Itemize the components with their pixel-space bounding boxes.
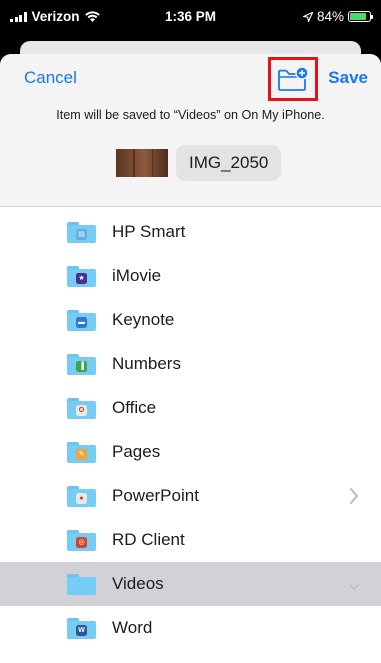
folder-row-imovie[interactable]: ★ iMovie: [0, 254, 381, 298]
save-destination-message: Item will be saved to “Videos” on On My …: [56, 108, 325, 122]
folder-row-hp-smart[interactable]: ▤ HP Smart: [0, 210, 381, 254]
folder-label: Keynote: [112, 310, 175, 329]
app-badge-icon: ◎: [76, 537, 87, 548]
folder-icon: [67, 574, 96, 595]
app-badge-icon: ✎: [76, 449, 87, 460]
battery-percent: 84%: [316, 9, 344, 24]
folder-label: PowerPoint: [112, 486, 199, 505]
folder-icon: ▬: [67, 310, 96, 331]
folder-list: ▤ HP Smart ★ iMovie ▬ Keynote ▐ Numbers O Office ✎…: [0, 191, 381, 650]
status-right: 84%: [302, 9, 373, 24]
status-bar: Verizon 1:36 PM 84%: [0, 0, 381, 34]
folder-label: HP Smart: [112, 222, 186, 241]
app-badge-icon: ▬: [76, 317, 87, 328]
folder-icon: ●: [67, 486, 96, 507]
folder-label: Numbers: [112, 354, 181, 373]
folder-row-numbers[interactable]: ▐ Numbers: [0, 342, 381, 386]
folder-row-powerpoint[interactable]: ● PowerPoint: [0, 474, 381, 518]
sheet-header: Cancel Save Item will be saved to “Video…: [0, 54, 381, 207]
chevron-down-icon[interactable]: [349, 579, 359, 595]
folder-label: Word: [112, 618, 153, 637]
chevron-right-icon[interactable]: [349, 488, 359, 504]
app-badge-icon: ★: [76, 273, 87, 284]
folder-row-keynote[interactable]: ▬ Keynote: [0, 298, 381, 342]
folder-row-videos[interactable]: Videos: [0, 562, 381, 606]
folder-icon: ▤: [67, 222, 96, 243]
folder-plus-icon: [278, 66, 309, 91]
app-badge-icon: ▐: [76, 361, 87, 372]
folder-row-word[interactable]: W Word: [0, 606, 381, 650]
app-badge-icon: ▤: [76, 229, 87, 240]
folder-icon: W: [67, 618, 96, 639]
battery-level: [350, 13, 366, 20]
file-thumbnail: [116, 149, 168, 177]
file-chip: IMG_2050: [116, 145, 282, 181]
app-badge-icon: W: [76, 625, 87, 636]
save-sheet: Cancel Save Item will be saved to “Video…: [0, 54, 381, 663]
folder-row-rd-client[interactable]: ◎ RD Client: [0, 518, 381, 562]
folder-label: iMovie: [112, 266, 162, 285]
folder-label: Videos: [112, 574, 164, 593]
file-name-field[interactable]: IMG_2050: [176, 145, 282, 181]
cancel-button[interactable]: Cancel: [24, 68, 77, 88]
app-badge-icon: O: [76, 405, 87, 416]
folder-icon: O: [67, 398, 96, 419]
location-arrow-icon: [302, 11, 313, 22]
app-badge-icon: ●: [76, 493, 87, 504]
folder-label: Office: [112, 398, 157, 417]
battery-icon: [348, 11, 373, 22]
folder-icon: ★: [67, 266, 96, 287]
folder-label: Pages: [112, 442, 161, 461]
folder-icon: ✎: [67, 442, 96, 463]
save-button[interactable]: Save: [328, 68, 368, 88]
folder-icon: ◎: [67, 530, 96, 551]
folder-row-pages[interactable]: ✎ Pages: [0, 430, 381, 474]
folder-icon: ▐: [67, 354, 96, 375]
new-folder-button[interactable]: [268, 57, 318, 101]
folder-row-office[interactable]: O Office: [0, 386, 381, 430]
folder-label: RD Client: [112, 530, 185, 549]
